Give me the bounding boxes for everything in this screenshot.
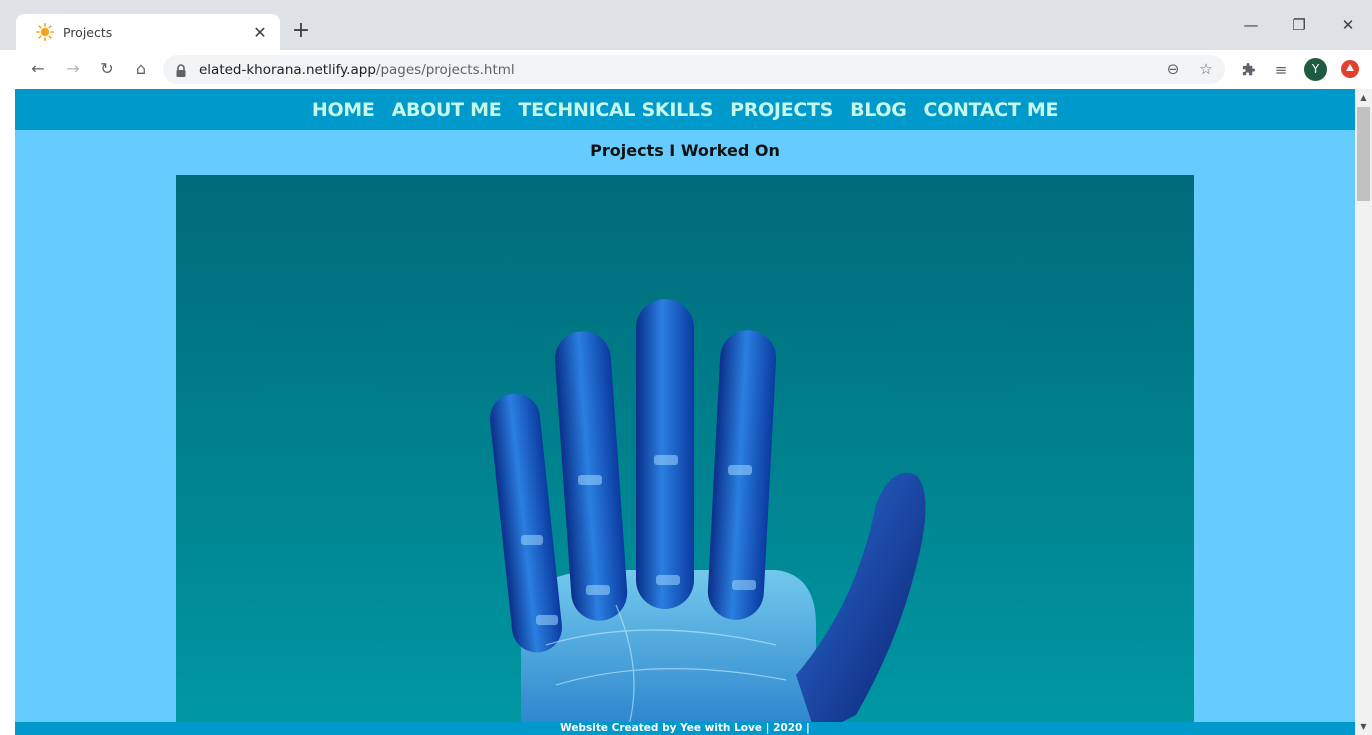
red-extension-icon[interactable] bbox=[1341, 60, 1359, 78]
page-title: Projects I Worked On bbox=[590, 141, 780, 160]
site-footer: Website Created by Yee with Love | 2020 … bbox=[15, 722, 1355, 735]
site-navbar: HOME ABOUT ME TECHNICAL SKILLS PROJECTS … bbox=[15, 89, 1355, 130]
browser-toolbar: ← → ↻ ⌂ elated-khorana.netlify.app/pages… bbox=[0, 50, 1372, 88]
page-scrollbar[interactable]: ▲ ▼ bbox=[1355, 89, 1372, 735]
nav-link-technical-skills[interactable]: TECHNICAL SKILLS bbox=[518, 99, 713, 121]
scroll-up-icon[interactable]: ▲ bbox=[1355, 89, 1372, 106]
back-icon[interactable]: ← bbox=[28, 59, 48, 79]
reload-icon[interactable]: ↻ bbox=[97, 59, 117, 79]
scroll-thumb[interactable] bbox=[1357, 107, 1370, 201]
scroll-down-icon[interactable]: ▼ bbox=[1355, 718, 1372, 735]
window-close-icon[interactable]: ✕ bbox=[1338, 16, 1358, 34]
nav-link-about-me[interactable]: ABOUT ME bbox=[392, 99, 502, 121]
nav-link-blog[interactable]: BLOG bbox=[850, 99, 907, 121]
robot-hand-illustration bbox=[490, 299, 926, 735]
home-icon[interactable]: ⌂ bbox=[131, 59, 151, 79]
address-bar[interactable]: elated-khorana.netlify.app/pages/project… bbox=[163, 55, 1225, 84]
tab-close-icon[interactable]: ✕ bbox=[250, 23, 270, 42]
url-path: /pages/projects.html bbox=[375, 61, 515, 78]
url-host: elated-khorana.netlify.app bbox=[199, 61, 376, 78]
minimize-icon[interactable]: — bbox=[1241, 16, 1261, 34]
browser-tab[interactable]: Projects ✕ bbox=[16, 14, 280, 50]
media-queue-icon[interactable]: ≡ bbox=[1270, 59, 1292, 81]
new-tab-button[interactable]: + bbox=[290, 20, 312, 42]
nav-link-projects[interactable]: PROJECTS bbox=[730, 99, 833, 121]
extensions-puzzle-icon[interactable] bbox=[1237, 59, 1259, 81]
browser-tab-strip: Projects ✕ + — ❐ ✕ bbox=[0, 0, 1372, 50]
nav-link-contact-me[interactable]: CONTACT ME bbox=[924, 99, 1059, 121]
forward-icon[interactable]: → bbox=[63, 59, 83, 79]
sun-favicon-icon bbox=[36, 23, 55, 42]
bookmark-star-icon[interactable]: ☆ bbox=[1196, 60, 1216, 78]
project-image bbox=[176, 175, 1194, 735]
restore-icon[interactable]: ❐ bbox=[1289, 16, 1309, 34]
zoom-icon[interactable]: ⊖ bbox=[1163, 60, 1183, 78]
profile-avatar[interactable]: Y bbox=[1304, 58, 1327, 81]
tab-title: Projects bbox=[63, 24, 113, 40]
lock-icon bbox=[175, 63, 187, 77]
nav-link-home[interactable]: HOME bbox=[312, 99, 375, 121]
page-viewport: HOME ABOUT ME TECHNICAL SKILLS PROJECTS … bbox=[15, 89, 1355, 735]
